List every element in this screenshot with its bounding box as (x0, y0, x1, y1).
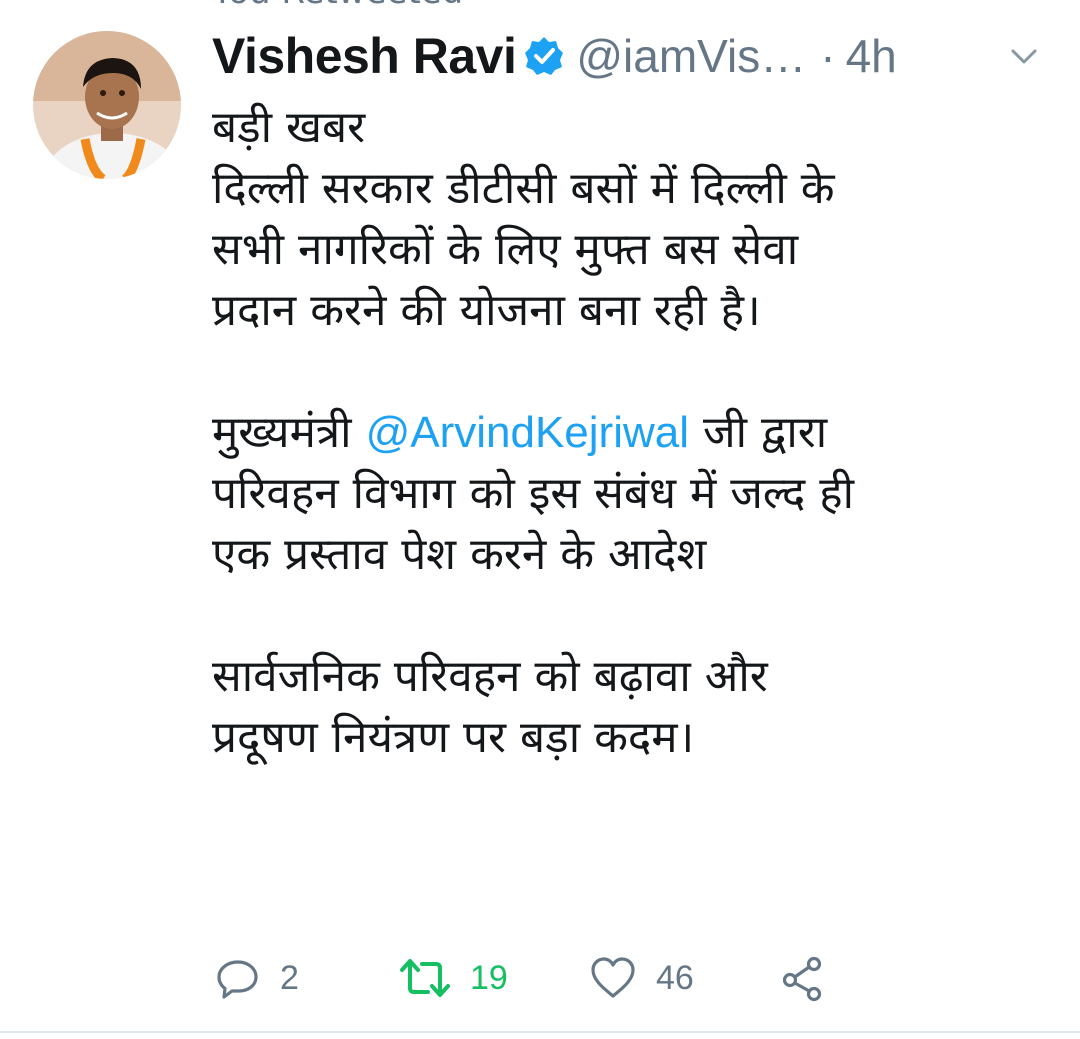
reply-count: 2 (280, 958, 299, 997)
reply-button[interactable]: 2 (214, 950, 299, 1006)
verified-badge-icon (524, 36, 564, 76)
tweet-text-line: प्रदूषण नियंत्रण पर बड़ा कदम। (212, 712, 695, 763)
tweet-text-line: परिवहन विभाग को इस संबंध में जल्द ही (212, 468, 855, 519)
share-nodes-icon (782, 956, 822, 1002)
tweet-text-line: सभी नागरिकों के लिए मुफ्त बस सेवा (212, 224, 799, 275)
mention-prefix: मुख्यमंत्री (212, 407, 366, 458)
tweet-text-line: प्रदान करने की योजना बना रही है। (212, 285, 761, 336)
author-handle[interactable]: @iamVis… (576, 29, 806, 83)
tweet-header: Vishesh Ravi @iamVis… · 4h (212, 24, 1062, 88)
tweet-text-line: दिल्ली सरकार डीटीसी बसों में दिल्ली के (212, 163, 835, 214)
tweet-text-line-with-mention: मुख्यमंत्री @ArvindKejriwal जी द्वारा (212, 402, 1062, 463)
avatar-image (33, 31, 181, 179)
tweet-divider (0, 1031, 1080, 1033)
tweet-timestamp[interactable]: 4h (846, 29, 897, 83)
tweet-text-line: सार्वजनिक परिवहन को बढ़ावा और (212, 651, 768, 702)
header-separator: · (820, 30, 836, 82)
avatar[interactable] (33, 31, 181, 179)
tweet-text: बड़ी खबर दिल्ली सरकार डीटीसी बसों में दि… (212, 97, 1062, 768)
heart-icon (591, 957, 635, 998)
share-button[interactable] (778, 950, 826, 1006)
retweet-arrows-icon (400, 959, 450, 997)
retweet-context-label: You Retweeted (212, 0, 463, 12)
mention-suffix: जी द्वारा (689, 407, 828, 458)
author-name[interactable]: Vishesh Ravi (212, 27, 517, 85)
like-count: 46 (656, 958, 694, 997)
like-button[interactable]: 46 (588, 950, 694, 1006)
tweet-text-line: एक प्रस्ताव पेश करने के आदेश (212, 529, 707, 580)
chevron-down-icon[interactable] (1004, 36, 1044, 76)
tweet-text-line: बड़ी खबर (212, 102, 366, 153)
tweet-actions: 2 19 46 (0, 950, 1080, 1006)
retweet-count: 19 (470, 958, 508, 997)
mention-link[interactable]: @ArvindKejriwal (366, 408, 689, 457)
reply-bubble-icon (217, 960, 258, 999)
retweet-button[interactable]: 19 (398, 950, 508, 1006)
